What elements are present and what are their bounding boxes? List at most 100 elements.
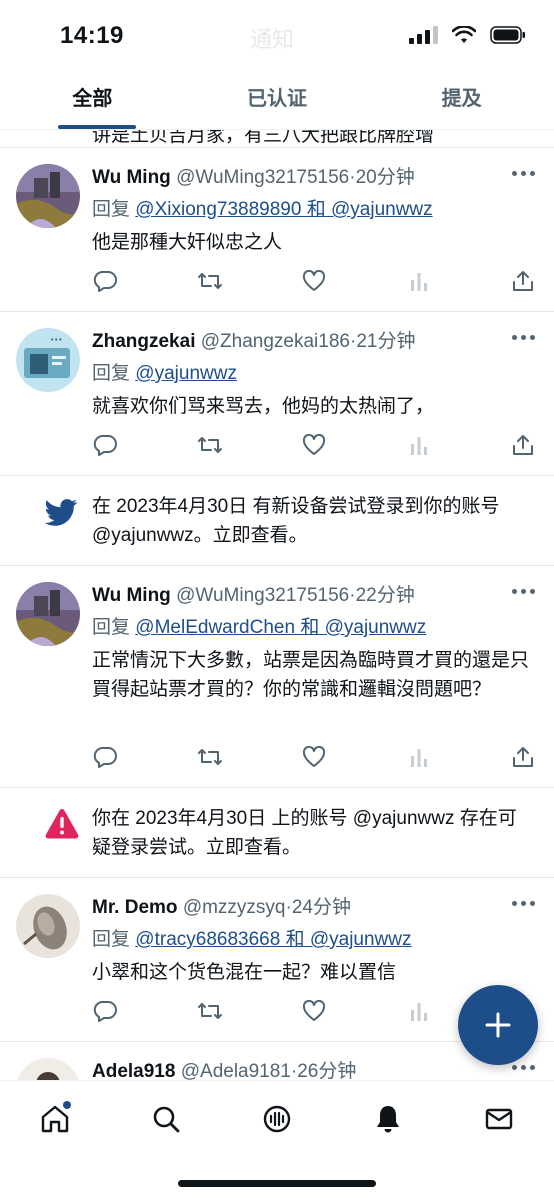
tab-label: 提及	[441, 88, 482, 110]
tweet[interactable]: ••• Zhangzekai @Zhangzekai186·21分钟 回复 @y…	[0, 312, 554, 476]
tweet-header: Adela918 @Adela9181·26分钟	[92, 1056, 356, 1080]
tweet-text: 就喜欢你们骂来骂去，他妈的太热闹了，	[92, 396, 435, 417]
share-icon[interactable]	[510, 269, 536, 293]
reply-to-handles[interactable]: @yajunwwz	[135, 363, 237, 384]
tab-verified[interactable]: 已认证	[185, 72, 370, 129]
reply-prefix: 回复	[92, 929, 131, 950]
views-icon[interactable]	[406, 433, 432, 457]
display-name[interactable]: Zhangzekai	[92, 331, 195, 352]
retweet-icon[interactable]	[197, 433, 223, 457]
svg-text:•••: •••	[50, 336, 62, 344]
reply-icon[interactable]	[92, 745, 118, 769]
timestamp: 21分钟	[356, 331, 416, 352]
views-icon[interactable]	[406, 999, 432, 1023]
more-options-icon[interactable]	[512, 1060, 536, 1074]
tab-mentions[interactable]: 提及	[369, 72, 554, 129]
status-icons	[409, 26, 526, 44]
cut-off-previous-item: 讲是土贝吉月家，有三八大把跟比牌腔增	[0, 130, 554, 148]
reply-to-line: 回复 @tracy68683668 和 @yajunwwz	[92, 924, 412, 951]
avatar[interactable]: •••	[16, 328, 80, 392]
nav-notifications[interactable]	[368, 1099, 408, 1139]
share-icon[interactable]	[510, 745, 536, 769]
battery-icon	[490, 26, 525, 44]
header-title: 通知	[250, 27, 295, 52]
tweet[interactable]: Wu Ming @WuMing32175156·22分钟 回复 @MelEdwa…	[0, 566, 554, 788]
reply-to-handles[interactable]: @MelEdwardChen 和 @yajunwwz	[135, 617, 426, 638]
tweet-actions	[92, 269, 536, 293]
user-handle[interactable]: @Adela9181	[181, 1061, 291, 1080]
tab-label: 全部	[72, 88, 113, 110]
tab-label: 已认证	[247, 88, 307, 110]
reply-to-line: 回复 @MelEdwardChen 和 @yajunwwz	[92, 612, 426, 639]
tweet-actions	[92, 745, 536, 769]
timestamp: 20分钟	[355, 167, 415, 188]
tab-all[interactable]: 全部	[0, 72, 185, 129]
nav-spaces[interactable]	[257, 1099, 297, 1139]
display-name[interactable]: Wu Ming	[92, 585, 171, 606]
twitter-bird-icon	[44, 499, 77, 526]
avatar[interactable]	[16, 582, 80, 646]
share-icon[interactable]	[510, 433, 536, 457]
notice-text: 在 2023年4月30日 有新设备尝试登录到你的账号 @yajunwwz。立即查…	[92, 496, 500, 546]
views-icon[interactable]	[406, 269, 432, 293]
like-icon[interactable]	[301, 999, 327, 1023]
search-icon	[153, 1106, 180, 1133]
retweet-icon[interactable]	[197, 745, 223, 769]
reply-prefix: 回复	[92, 199, 131, 220]
nav-messages[interactable]	[479, 1099, 519, 1139]
nav-search[interactable]	[146, 1099, 186, 1139]
timestamp: 22分钟	[355, 585, 415, 606]
home-indicator[interactable]	[178, 1180, 376, 1187]
tweet-header: Mr. Demo @mzzyzsyq·24分钟	[92, 892, 351, 919]
tweet-header: Wu Ming @WuMing32175156·20分钟	[92, 162, 415, 189]
user-handle[interactable]: @mzzyzsyq	[183, 897, 286, 918]
reply-to-handles[interactable]: @Xixiong73889890 和 @yajunwwz	[135, 199, 432, 220]
tweet[interactable]: Wu Ming @WuMing32175156·20分钟 回复 @Xixiong…	[0, 148, 554, 312]
login-notice[interactable]: 在 2023年4月30日 有新设备尝试登录到你的账号 @yajunwwz。立即查…	[0, 476, 554, 566]
status-time: 14:19	[60, 22, 124, 49]
more-options-icon[interactable]	[512, 896, 536, 910]
notification-feed[interactable]: 讲是土贝吉月家，有三八大把跟比牌腔增 Wu Ming @WuMing321751…	[0, 130, 554, 1080]
wifi-icon	[452, 26, 476, 43]
tweet-header: Zhangzekai @Zhangzekai186·21分钟	[92, 326, 415, 353]
reply-icon[interactable]	[92, 433, 118, 457]
warning-icon	[45, 809, 79, 839]
more-options-icon[interactable]	[512, 166, 536, 180]
tweet-actions	[92, 433, 536, 457]
more-options-icon[interactable]	[512, 330, 536, 344]
like-icon[interactable]	[301, 433, 327, 457]
display-name[interactable]: Wu Ming	[92, 167, 171, 188]
cut-off-text: 讲是土贝吉月家，有三八大把跟比牌腔增	[92, 130, 435, 146]
security-alert[interactable]: 你在 2023年4月30日 上的账号 @yajunwwz 存在可疑登录尝试。立即…	[0, 788, 554, 878]
reply-prefix: 回复	[92, 617, 131, 638]
more-options-icon[interactable]	[512, 584, 536, 598]
avatar[interactable]	[16, 164, 80, 228]
like-icon[interactable]	[301, 745, 327, 769]
bell-icon	[376, 1106, 399, 1133]
display-name[interactable]: Mr. Demo	[92, 897, 178, 918]
avatar[interactable]	[16, 1058, 80, 1080]
notification-tabs: 全部 已认证 提及	[0, 72, 554, 130]
display-name[interactable]: Adela918	[92, 1061, 175, 1080]
views-icon[interactable]	[406, 745, 432, 769]
retweet-icon[interactable]	[197, 999, 223, 1023]
user-handle[interactable]: @WuMing32175156	[176, 585, 349, 606]
nav-home[interactable]	[35, 1099, 75, 1139]
reply-to-line: 回复 @yajunwwz	[92, 358, 237, 385]
reply-icon[interactable]	[92, 999, 118, 1023]
reply-icon[interactable]	[92, 269, 118, 293]
user-handle[interactable]: @Zhangzekai186	[201, 331, 350, 352]
like-icon[interactable]	[301, 269, 327, 293]
status-bar: 14:19 通知	[0, 0, 554, 72]
avatar[interactable]	[16, 894, 80, 958]
tweet-text: 正常情況下大多數，站票是因為臨時買才買的還是只買得起站票才買的？你的常識和邏輯沒…	[92, 650, 530, 700]
active-tab-indicator	[58, 125, 136, 129]
mail-icon	[485, 1108, 512, 1130]
retweet-icon[interactable]	[197, 269, 223, 293]
compose-tweet-button[interactable]	[458, 985, 538, 1065]
reply-to-handles[interactable]: @tracy68683668 和 @yajunwwz	[135, 929, 411, 950]
user-handle[interactable]: @WuMing32175156	[176, 167, 349, 188]
tweet-text: 小翠和这个货色混在一起？难以置信	[92, 962, 397, 983]
timestamp: 26分钟	[297, 1061, 357, 1080]
timestamp: 24分钟	[291, 897, 351, 918]
